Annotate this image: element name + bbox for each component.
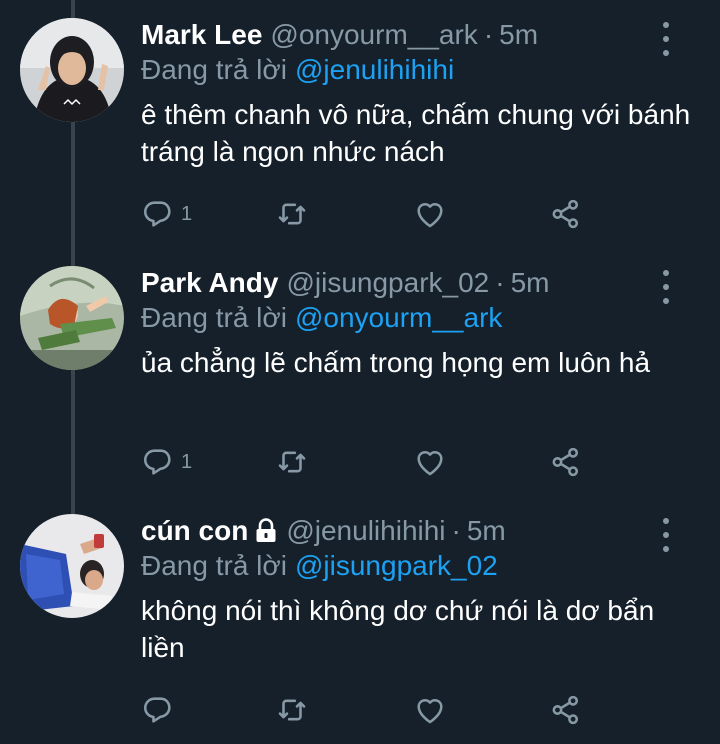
retweet-icon [278, 699, 306, 721]
action-bar: 1 [141, 444, 601, 480]
share-button[interactable] [549, 196, 583, 232]
separator-dot: · [495, 267, 505, 298]
more-options-icon[interactable] [656, 518, 676, 552]
user-handle[interactable]: @jenulihihihi [286, 515, 445, 547]
share-icon [552, 447, 579, 477]
more-options-icon[interactable] [656, 270, 676, 304]
like-button[interactable] [413, 692, 447, 728]
timestamp[interactable]: 5m [499, 19, 538, 51]
user-handle[interactable]: @jisungpark_02 [286, 267, 489, 299]
replying-to-label: Đang trả lời [141, 550, 287, 581]
tweet-text: ủa chẳng lẽ chấm trong họng em luôn hả [141, 347, 651, 378]
avatar[interactable] [20, 514, 124, 618]
tweet[interactable]: Mark Lee @onyourm__ark · 5m Đang trả lời… [0, 0, 720, 248]
replying-to: Đang trả lời @jisungpark_02 [141, 550, 498, 582]
user-handle[interactable]: @onyourm__ark [270, 19, 477, 51]
mention-link[interactable]: @onyourm__ark [295, 302, 502, 333]
replying-to-label: Đang trả lời [141, 54, 287, 85]
reply-icon [143, 449, 171, 475]
tweet-text: ê thêm chanh vô nữa, chấm chung với bánh… [141, 99, 691, 167]
reply-icon [143, 697, 171, 723]
timestamp[interactable]: 5m [467, 515, 506, 547]
reply-count: 1 [181, 450, 193, 473]
share-button[interactable] [549, 692, 583, 728]
like-icon [417, 450, 443, 476]
action-bar: 1 [141, 196, 601, 232]
tweet-header: Park Andy @jisungpark_02 · 5m [141, 264, 549, 302]
avatar[interactable] [20, 18, 124, 122]
action-bar [141, 692, 601, 728]
retweet-button[interactable] [275, 444, 309, 480]
more-options-icon[interactable] [656, 22, 676, 56]
tweet[interactable]: cún con @jenulihihihi · 5m Đang trả lời @… [0, 496, 720, 744]
display-name[interactable]: cún con [141, 515, 248, 547]
like-icon [417, 202, 443, 228]
like-button[interactable] [413, 196, 447, 232]
replying-to-label: Đang trả lời [141, 302, 287, 333]
mention-link[interactable]: @jisungpark_02 [295, 550, 498, 581]
retweet-button[interactable] [275, 692, 309, 728]
tweet-header: cún con @jenulihihihi · 5m [141, 512, 506, 550]
timestamp[interactable]: 5m [511, 267, 550, 299]
reply-button[interactable]: 1 [141, 444, 192, 480]
separator-dot: · [451, 515, 461, 546]
avatar[interactable] [20, 266, 124, 370]
mention-link[interactable]: @jenulihihihi [295, 54, 454, 85]
tweet[interactable]: Park Andy @jisungpark_02 · 5m Đang trả l… [0, 248, 720, 496]
share-button[interactable] [549, 444, 583, 480]
reply-button[interactable] [141, 692, 181, 728]
reply-button[interactable]: 1 [141, 196, 192, 232]
separator-dot: · [483, 19, 494, 50]
retweet-icon [278, 203, 306, 225]
display-name[interactable]: Mark Lee [141, 19, 262, 51]
lock-icon [256, 518, 276, 542]
tweet-header: Mark Lee @onyourm__ark · 5m [141, 16, 538, 54]
like-icon [417, 698, 443, 724]
retweet-icon [278, 451, 306, 473]
replying-to: Đang trả lời @onyourm__ark [141, 302, 502, 334]
display-name[interactable]: Park Andy [141, 267, 278, 299]
like-button[interactable] [413, 444, 447, 480]
retweet-button[interactable] [275, 196, 309, 232]
tweet-text: không nói thì không dơ chứ nói là dơ bẩn… [141, 595, 655, 663]
share-icon [552, 199, 579, 229]
share-icon [552, 695, 579, 725]
reply-icon [143, 201, 171, 227]
replying-to: Đang trả lời @jenulihihihi [141, 54, 454, 86]
reply-count: 1 [181, 202, 193, 225]
